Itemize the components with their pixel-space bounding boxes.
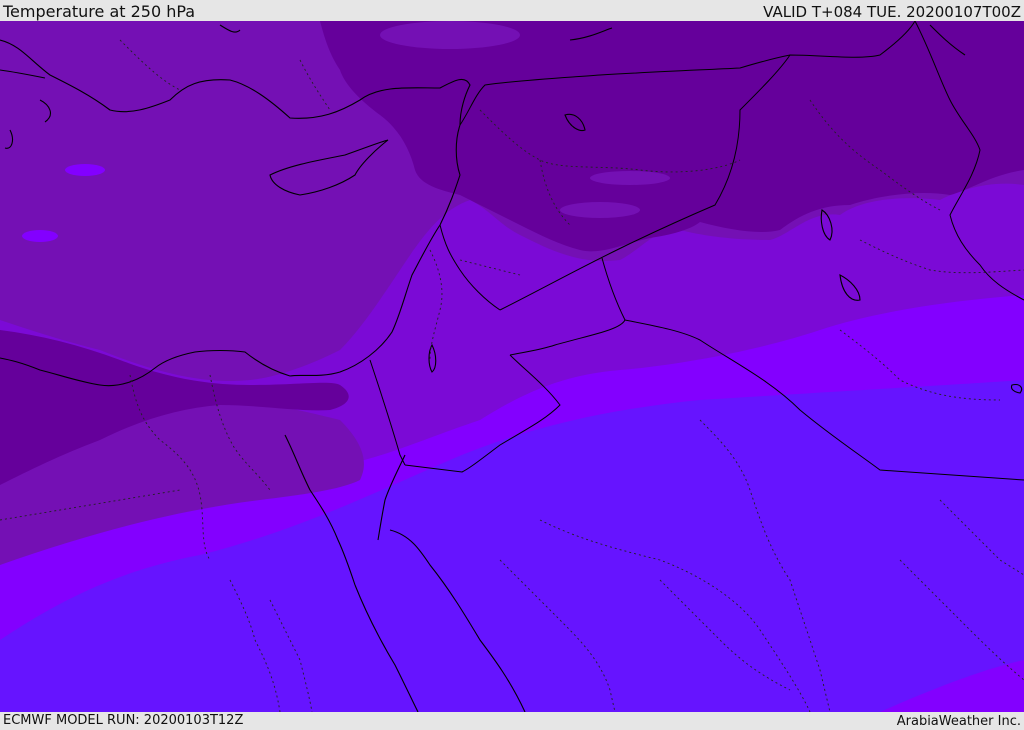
warm-pocket-2 (560, 202, 640, 218)
temperature-map[interactable] (0, 21, 1024, 712)
map-title: Temperature at 250 hPa (3, 2, 196, 21)
credit-label: ArabiaWeather Inc. (896, 714, 1021, 729)
model-run-label: ECMWF MODEL RUN: 20200103T12Z (3, 713, 244, 728)
valid-time: VALID T+084 TUE. 20200107T00Z (763, 3, 1021, 21)
header-bar: Temperature at 250 hPa VALID T+084 TUE. … (0, 0, 1024, 21)
cold-pocket-1 (65, 164, 105, 176)
footer-bar: ECMWF MODEL RUN: 20200103T12Z ArabiaWeat… (0, 712, 1024, 729)
cold-pocket-2 (22, 230, 58, 242)
warm-pocket-3 (380, 21, 520, 49)
warm-pocket-1 (590, 171, 670, 185)
